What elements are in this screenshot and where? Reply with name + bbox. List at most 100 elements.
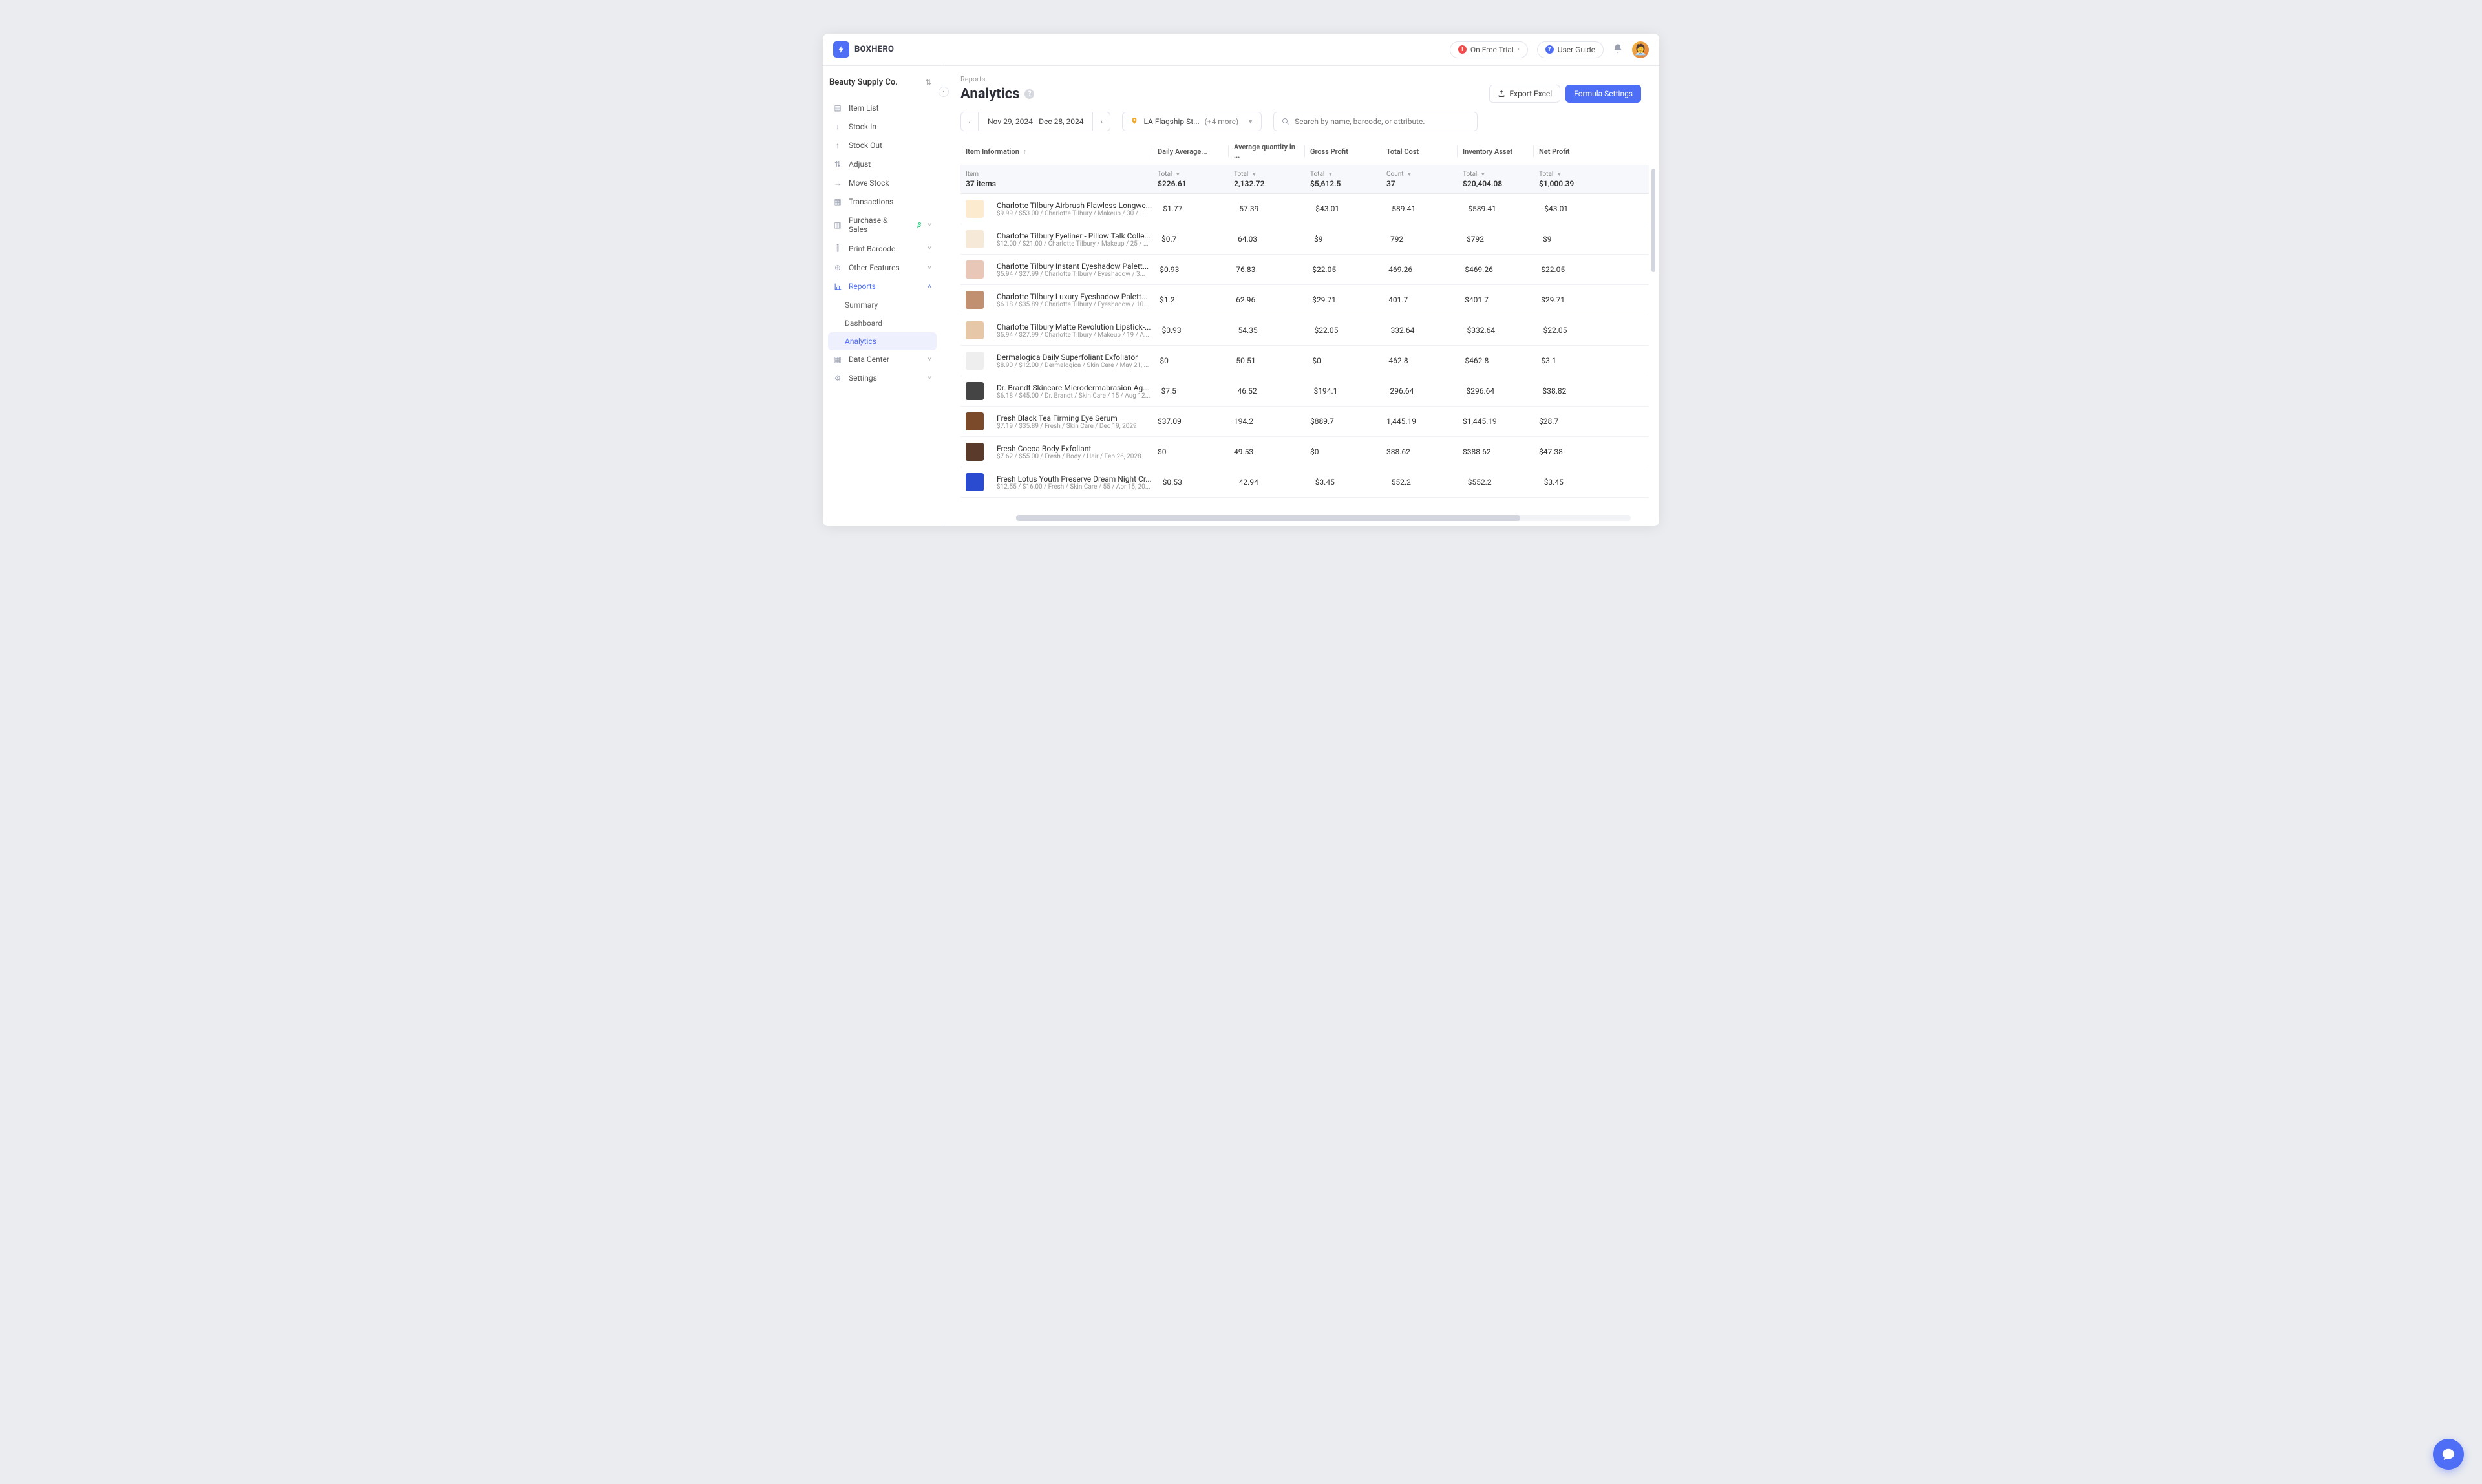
- agg-gross: Total ▼ $5,612.5: [1305, 171, 1381, 188]
- export-button[interactable]: Export Excel: [1489, 85, 1560, 103]
- sidebar-sub-dashboard[interactable]: Dashboard: [828, 314, 937, 332]
- caret-icon[interactable]: ▼: [1175, 171, 1180, 177]
- location-filter[interactable]: LA Flagship St... (+4 more) ▼: [1122, 112, 1262, 131]
- search-field[interactable]: [1273, 112, 1478, 131]
- title-row: Analytics ? Export Excel Formula Setting…: [942, 85, 1659, 112]
- sidebar-item-plus[interactable]: ⊕Other Features˅: [828, 259, 937, 277]
- sidebar-sub-summary[interactable]: Summary: [828, 296, 937, 314]
- col-gross[interactable]: Gross Profit: [1305, 147, 1381, 156]
- table-row[interactable]: Charlotte Tilbury Matte Revolution Lipst…: [960, 315, 1649, 346]
- cell-cost: 401.7: [1383, 295, 1459, 304]
- table-row[interactable]: Dermalogica Daily Superfoliant Exfoliato…: [960, 346, 1649, 376]
- chevron-down-icon: ˅: [928, 356, 931, 363]
- item-thumb: [966, 230, 984, 248]
- cell-daily: $1.77: [1158, 204, 1233, 213]
- list-icon: ▤: [833, 103, 842, 112]
- gear-icon: ⚙: [833, 374, 842, 383]
- col-item-info[interactable]: Item Information ↑: [960, 147, 1152, 156]
- date-next[interactable]: ›: [1093, 112, 1110, 131]
- caret-icon[interactable]: ▼: [1480, 171, 1485, 177]
- h-scrollbar-thumb[interactable]: [1016, 515, 1520, 521]
- guide-pill[interactable]: ? User Guide: [1537, 41, 1604, 58]
- table-row[interactable]: Dr. Brandt Skincare Microdermabrasion Ag…: [960, 376, 1649, 407]
- title-actions: Export Excel Formula Settings: [1489, 85, 1641, 103]
- sort-asc-icon: ↑: [1023, 147, 1027, 156]
- sidebar-item-list[interactable]: ▤Item List: [828, 99, 937, 117]
- h-scrollbar[interactable]: [1016, 515, 1631, 521]
- topbar-actions: ! On Free Trial › ? User Guide 🧑‍💼: [1450, 41, 1649, 58]
- col-avgqty[interactable]: Average quantity in ...: [1229, 143, 1304, 160]
- col-net[interactable]: Net Profit: [1534, 147, 1598, 156]
- col-daily[interactable]: Daily Average...: [1152, 147, 1228, 156]
- logo-icon: [833, 41, 849, 58]
- caret-icon[interactable]: ▼: [1251, 171, 1257, 177]
- table-row[interactable]: Charlotte Tilbury Eyeliner - Pillow Talk…: [960, 224, 1649, 255]
- table-row[interactable]: Charlotte Tilbury Airbrush Flawless Long…: [960, 194, 1649, 224]
- sidebar-item-up[interactable]: ↑Stock Out: [828, 136, 937, 154]
- item-thumb: [966, 382, 984, 400]
- trial-pill[interactable]: ! On Free Trial ›: [1450, 41, 1528, 58]
- sidebar-item-label: Reports: [849, 282, 876, 291]
- cell-daily: $0.93: [1154, 265, 1230, 274]
- item-name: Dr. Brandt Skincare Microdermabrasion Ag…: [997, 383, 1151, 392]
- caret-icon[interactable]: ▼: [1556, 171, 1562, 177]
- cell-gross: $3.45: [1310, 478, 1386, 487]
- table-row[interactable]: Fresh Lotus Youth Preserve Dream Night C…: [960, 467, 1649, 498]
- cell-asset: $388.62: [1458, 447, 1533, 456]
- sidebar-item-label: Other Features: [849, 263, 900, 272]
- formula-button[interactable]: Formula Settings: [1565, 85, 1641, 103]
- scrollbar-thumb[interactable]: [1651, 169, 1655, 272]
- sidebar-item-down[interactable]: ↓Stock In: [828, 118, 937, 136]
- sidebar-collapse[interactable]: ‹: [939, 87, 949, 97]
- cell-daily: $0.7: [1156, 235, 1232, 244]
- sidebar-item-db[interactable]: ▦Data Center˅: [828, 350, 937, 368]
- item-meta: $5.94 / $27.99 / Charlotte Tilbury / Eye…: [997, 271, 1149, 278]
- main: Reports Analytics ? Export Excel Formula…: [942, 66, 1659, 526]
- chevron-down-icon: ˅: [928, 264, 931, 271]
- sidebar-item-tx[interactable]: ▦Transactions: [828, 193, 937, 211]
- agg-qty: Total ▼ 2,132.72: [1229, 171, 1304, 188]
- agg-asset: Total ▼ $20,404.08: [1458, 171, 1533, 188]
- org-selector[interactable]: Beauty Supply Co. ⇅: [828, 75, 937, 99]
- cell-cost: 589.41: [1386, 204, 1462, 213]
- guide-label: User Guide: [1558, 45, 1595, 54]
- cell-qty: 42.94: [1234, 478, 1310, 487]
- caret-icon[interactable]: ▼: [1407, 171, 1412, 177]
- cell-qty: 49.53: [1229, 447, 1304, 456]
- logo[interactable]: BOXHERO: [833, 41, 894, 58]
- cell-net: $3.1: [1536, 356, 1600, 365]
- pin-icon: [1130, 116, 1138, 127]
- col-cost[interactable]: Total Cost: [1381, 147, 1457, 156]
- bell-icon[interactable]: [1613, 43, 1623, 56]
- date-range[interactable]: Nov 29, 2024 - Dec 28, 2024: [978, 112, 1093, 131]
- sidebar-sub-analytics[interactable]: Analytics: [828, 332, 937, 350]
- sidebar-item-adjust[interactable]: ⇅Adjust: [828, 155, 937, 173]
- help-icon[interactable]: ?: [1024, 89, 1034, 99]
- sidebar-item-barcode[interactable]: ⫿Print Barcode˅: [828, 239, 937, 258]
- sidebar-item-chart[interactable]: Reports˄: [828, 277, 937, 295]
- sidebar-item-label: Stock In: [849, 122, 876, 131]
- item-meta: $9.99 / $53.00 / Charlotte Tilbury / Mak…: [997, 210, 1152, 217]
- date-prev[interactable]: ‹: [961, 112, 978, 131]
- cell-qty: 64.03: [1233, 235, 1308, 244]
- sidebar-item-move[interactable]: →Move Stock: [828, 174, 937, 192]
- chevron-down-icon: ˅: [928, 222, 931, 229]
- table-row[interactable]: Charlotte Tilbury Instant Eyeshadow Pale…: [960, 255, 1649, 285]
- cell-gross: $29.71: [1307, 295, 1383, 304]
- col-asset[interactable]: Inventory Asset: [1458, 147, 1533, 156]
- cell-net: $38.82: [1538, 387, 1602, 396]
- sidebar-item-gear[interactable]: ⚙Settings˅: [828, 369, 937, 387]
- cell-net: $3.45: [1539, 478, 1604, 487]
- question-icon: ?: [1545, 45, 1554, 54]
- cell-asset: $401.7: [1459, 295, 1535, 304]
- caret-icon[interactable]: ▼: [1328, 171, 1333, 177]
- date-range-picker: ‹ Nov 29, 2024 - Dec 28, 2024 ›: [960, 112, 1110, 131]
- search-input[interactable]: [1295, 117, 1469, 126]
- table-row[interactable]: Charlotte Tilbury Luxury Eyeshadow Palet…: [960, 285, 1649, 315]
- table-row[interactable]: Fresh Cocoa Body Exfoliant$7.62 / $55.00…: [960, 437, 1649, 467]
- avatar[interactable]: 🧑‍💼: [1632, 41, 1649, 58]
- location-label: LA Flagship St...: [1143, 117, 1199, 126]
- table-row[interactable]: Fresh Black Tea Firming Eye Serum$7.19 /…: [960, 407, 1649, 437]
- sidebar-item-cart[interactable]: ▥Purchase & Salesβ˅: [828, 211, 937, 238]
- sidebar-item-label: Move Stock: [849, 178, 889, 187]
